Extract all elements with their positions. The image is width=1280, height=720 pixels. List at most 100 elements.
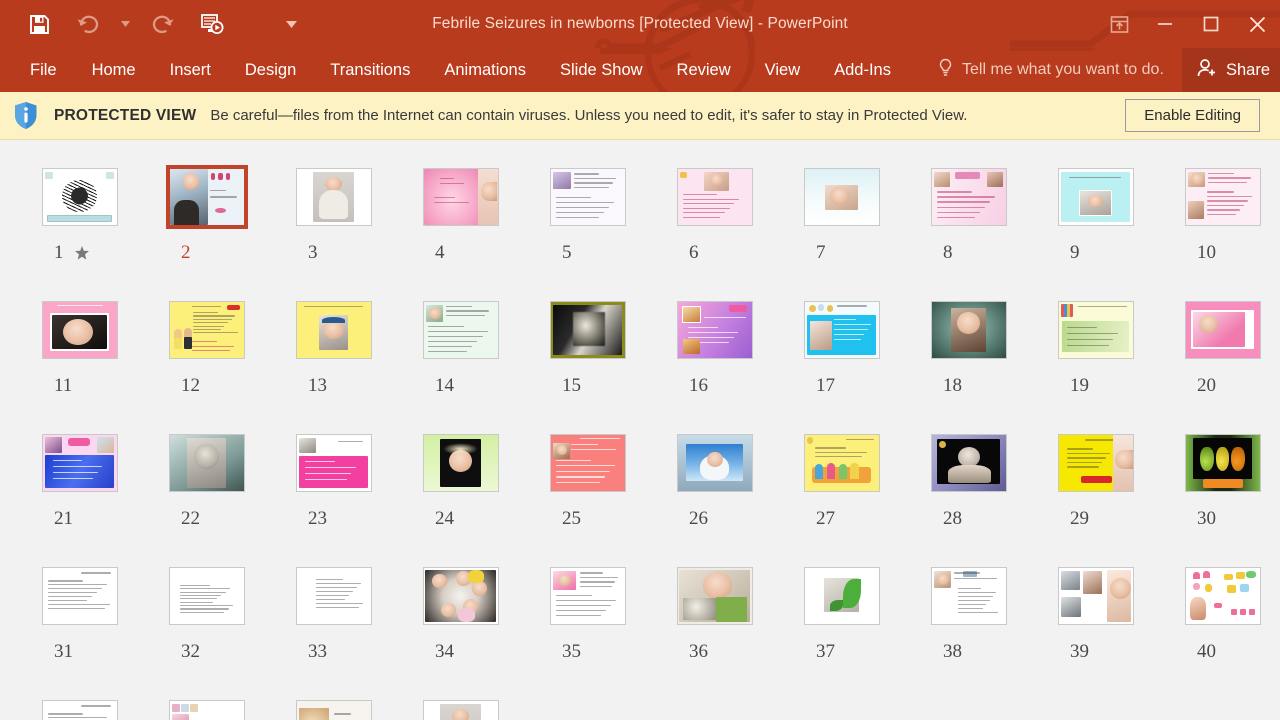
- slide-thumbnail-29[interactable]: 29: [1032, 420, 1159, 553]
- slide-number-row: 24: [397, 508, 524, 530]
- slide-preview-salmon-text: [549, 434, 626, 492]
- slide-thumbnail-image: [905, 154, 1032, 240]
- undo-icon[interactable]: [70, 7, 104, 41]
- tab-review[interactable]: Review: [660, 48, 748, 92]
- slide-thumbnail-14[interactable]: 14: [397, 287, 524, 420]
- undo-dropdown-icon[interactable]: [118, 7, 132, 41]
- slide-thumbnail-4[interactable]: 4: [397, 154, 524, 287]
- slide-thumbnail-37[interactable]: 37: [778, 553, 905, 686]
- slide-number-row: 4: [397, 242, 524, 264]
- slide-preview-purple-fruit: [676, 301, 753, 359]
- slide-preview-pink-two-photo: [930, 168, 1007, 226]
- slide-thumbnail-15[interactable]: 15: [524, 287, 651, 420]
- slide-thumbnail-44[interactable]: 44: [397, 686, 524, 720]
- slide-thumbnail-33[interactable]: 33: [270, 553, 397, 686]
- slide-number-label: 17: [816, 375, 835, 396]
- slide-thumbnail-36[interactable]: 36: [651, 553, 778, 686]
- slide-thumbnail-1[interactable]: 1: [16, 154, 143, 287]
- slide-thumbnail-25[interactable]: 25: [524, 420, 651, 553]
- slide-thumbnail-32[interactable]: 32: [143, 553, 270, 686]
- slide-thumbnail-38[interactable]: 38: [905, 553, 1032, 686]
- slide-thumbnail-31[interactable]: 31: [16, 553, 143, 686]
- ribbon-tabs[interactable]: File Home Insert Design Transitions Anim…: [0, 48, 1164, 92]
- slide-preview-beige-baby: [295, 700, 372, 720]
- tab-insert[interactable]: Insert: [153, 48, 228, 92]
- slide-thumbnail-41[interactable]: 41: [16, 686, 143, 720]
- slide-thumbnail-image: [524, 287, 651, 373]
- slide-thumbnail-7[interactable]: 7: [778, 154, 905, 287]
- customize-quick-access-toolbar-icon[interactable]: [284, 7, 298, 41]
- tab-file[interactable]: File: [20, 48, 75, 92]
- slide-thumbnail-34[interactable]: 34: [397, 553, 524, 686]
- slide-thumbnail-26[interactable]: 26: [651, 420, 778, 553]
- slide-thumbnail-17[interactable]: 17: [778, 287, 905, 420]
- slide-thumbnail-13[interactable]: 13: [270, 287, 397, 420]
- slide-thumbnail-19[interactable]: 19: [1032, 287, 1159, 420]
- share-button[interactable]: Share: [1181, 48, 1280, 92]
- save-icon[interactable]: [22, 7, 56, 41]
- slide-number-row: 27: [778, 508, 905, 530]
- slide-thumbnail-39[interactable]: 39: [1032, 553, 1159, 686]
- slide-thumbnail-image: [524, 420, 651, 506]
- slide-number-row: 36: [651, 641, 778, 663]
- slide-thumbnail-image: [651, 287, 778, 373]
- tab-slide-show[interactable]: Slide Show: [543, 48, 660, 92]
- slide-thumbnail-10[interactable]: 10: [1159, 154, 1280, 287]
- tab-design[interactable]: Design: [228, 48, 313, 92]
- slide-thumbnail-27[interactable]: 27: [778, 420, 905, 553]
- slide-preview-gray-girl: [168, 434, 245, 492]
- slide-thumbnail-3[interactable]: 3: [270, 154, 397, 287]
- slide-thumbnail-43[interactable]: 43: [270, 686, 397, 720]
- slide-number-row: 17: [778, 375, 905, 397]
- tab-transitions[interactable]: Transitions: [313, 48, 427, 92]
- slide-sorter-pane[interactable]: 1 2 3 4 5 6 7 8 9 10 11 12 13 14 15 16 1…: [0, 140, 1280, 720]
- slide-thumbnail-30[interactable]: 30: [1159, 420, 1280, 553]
- slide-thumbnail-11[interactable]: 11: [16, 287, 143, 420]
- minimize-icon[interactable]: [1142, 0, 1188, 48]
- slide-thumbnail-5[interactable]: 5: [524, 154, 651, 287]
- slide-thumbnail-2[interactable]: 2: [143, 154, 270, 287]
- slide-thumbnail-18[interactable]: 18: [905, 287, 1032, 420]
- slide-thumbnail-40[interactable]: 40: [1159, 553, 1280, 686]
- quick-access-toolbar[interactable]: [0, 0, 298, 48]
- slide-number-row: 11: [16, 375, 143, 397]
- slide-thumbnail-image: [1159, 287, 1280, 373]
- tab-view[interactable]: View: [748, 48, 817, 92]
- slide-thumbnail-35[interactable]: 35: [524, 553, 651, 686]
- slide-thumbnail-21[interactable]: 21: [16, 420, 143, 553]
- tell-me-search[interactable]: Tell me what you want to do.: [938, 58, 1164, 83]
- slide-number-row: 20: [1159, 375, 1280, 397]
- slide-preview-sky-baby: [676, 434, 753, 492]
- slide-thumbnail-12[interactable]: 12: [143, 287, 270, 420]
- slide-number-label: 20: [1197, 375, 1216, 396]
- slide-thumbnail-16[interactable]: 16: [651, 287, 778, 420]
- slide-grid: 1 2 3 4 5 6 7 8 9 10 11 12 13 14 15 16 1…: [0, 154, 1280, 720]
- slide-thumbnail-9[interactable]: 9: [1032, 154, 1159, 287]
- animation-star-icon[interactable]: [74, 245, 90, 261]
- slide-thumbnail-24[interactable]: 24: [397, 420, 524, 553]
- window-controls[interactable]: [1096, 0, 1280, 48]
- redo-icon[interactable]: [146, 7, 180, 41]
- close-icon[interactable]: [1234, 0, 1280, 48]
- enable-editing-button[interactable]: Enable Editing: [1125, 99, 1260, 132]
- restore-icon[interactable]: [1188, 0, 1234, 48]
- slide-thumbnail-23[interactable]: 23: [270, 420, 397, 553]
- slide-number-row: 21: [16, 508, 143, 530]
- slide-number-row: 29: [1032, 508, 1159, 530]
- tab-animations[interactable]: Animations: [427, 48, 543, 92]
- tab-home[interactable]: Home: [75, 48, 153, 92]
- slide-number-label: 24: [435, 508, 454, 529]
- slide-number-row: 3: [270, 242, 397, 264]
- slide-thumbnail-20[interactable]: 20: [1159, 287, 1280, 420]
- slide-thumbnail-28[interactable]: 28: [905, 420, 1032, 553]
- slide-number-row: 19: [1032, 375, 1159, 397]
- start-from-beginning-icon[interactable]: [194, 7, 228, 41]
- slide-thumbnail-6[interactable]: 6: [651, 154, 778, 287]
- slide-number-row: 2: [143, 242, 270, 264]
- slide-thumbnail-42[interactable]: 42: [143, 686, 270, 720]
- tab-add-ins[interactable]: Add-Ins: [817, 48, 908, 92]
- ribbon-display-options-icon[interactable]: [1096, 0, 1142, 48]
- slide-thumbnail-22[interactable]: 22: [143, 420, 270, 553]
- slide-thumbnail-8[interactable]: 8: [905, 154, 1032, 287]
- slide-number-row: 30: [1159, 508, 1280, 530]
